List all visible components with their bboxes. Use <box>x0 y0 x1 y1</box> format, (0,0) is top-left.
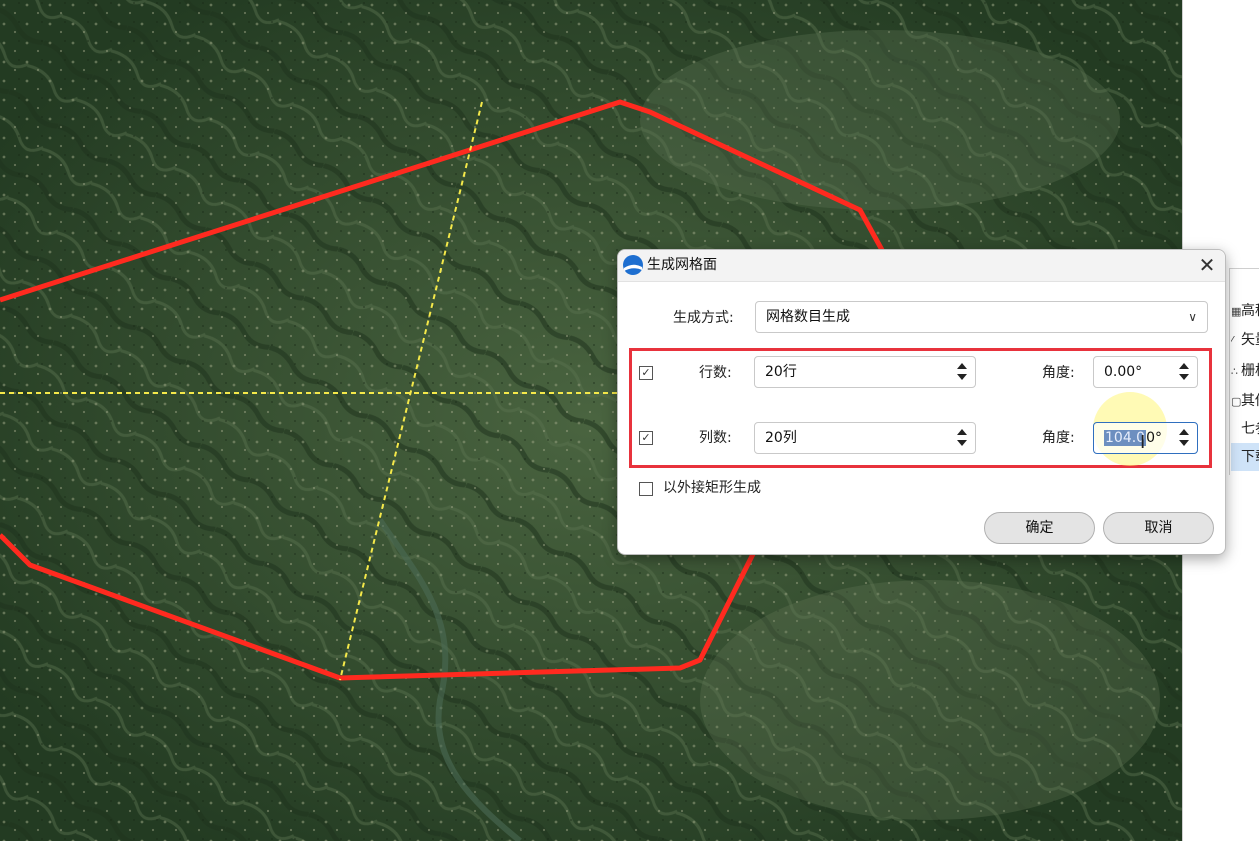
cols-stepper[interactable]: 20列 <box>754 422 976 454</box>
method-select[interactable]: 网格数目生成 ∨ <box>755 301 1208 333</box>
panel-item-elevation[interactable]: ▦高程 <box>1231 297 1259 325</box>
cols-checkbox[interactable]: ✓ <box>639 431 653 445</box>
chevron-down-icon: ∨ <box>1188 310 1197 324</box>
dialog-title: 生成网格面 <box>647 257 717 273</box>
rows-angle-stepper[interactable]: 0.00° <box>1093 356 1198 388</box>
generate-grid-dialog: 生成网格面 ✕ 生成方式: 网格数目生成 ∨ ✓ 行数: 20行 角度: 0.0… <box>617 249 1226 555</box>
terrain-valley <box>640 30 1120 210</box>
panel-item-raster[interactable]: ∴栅格 <box>1231 357 1259 385</box>
grid-icon: ▦ <box>1231 305 1242 318</box>
raster-icon: ∴ <box>1231 365 1238 378</box>
spin-arrows-icon[interactable] <box>955 361 969 383</box>
other-icon: ▢ <box>1231 395 1242 408</box>
panel-item-other[interactable]: ▢其他 <box>1231 387 1259 415</box>
vector-icon: ⁄ <box>1231 334 1233 347</box>
terrain-valley-2 <box>700 580 1160 820</box>
ok-button[interactable]: 确定 <box>984 512 1095 544</box>
rows-label: 行数: <box>699 365 732 381</box>
close-icon[interactable]: ✕ <box>1197 255 1217 275</box>
cols-angle-label: 角度: <box>1042 430 1075 446</box>
rows-checkbox[interactable]: ✓ <box>639 366 653 380</box>
spin-arrows-icon[interactable] <box>1177 427 1191 449</box>
panel-item-seven-params[interactable]: 七参 <box>1231 415 1259 443</box>
dialog-titlebar[interactable]: 生成网格面 ✕ <box>618 250 1225 282</box>
cols-angle-stepper[interactable]: 104.00° <box>1093 422 1198 454</box>
method-label: 生成方式: <box>673 310 734 326</box>
cancel-button[interactable]: 取消 <box>1103 512 1214 544</box>
spin-arrows-icon[interactable] <box>955 427 969 449</box>
spin-arrows-icon[interactable] <box>1177 361 1191 383</box>
rows-stepper[interactable]: 20行 <box>754 356 976 388</box>
panel-item-vector[interactable]: ⁄矢量 <box>1231 326 1259 354</box>
rows-angle-label: 角度: <box>1042 365 1075 381</box>
bbox-label: 以外接矩形生成 <box>663 480 761 496</box>
bbox-checkbox[interactable] <box>639 482 653 496</box>
cols-label: 列数: <box>699 430 732 446</box>
app-logo-icon <box>623 255 643 275</box>
panel-item-download[interactable]: 下载 <box>1231 443 1259 471</box>
text-cursor-icon: I <box>1140 432 1146 453</box>
